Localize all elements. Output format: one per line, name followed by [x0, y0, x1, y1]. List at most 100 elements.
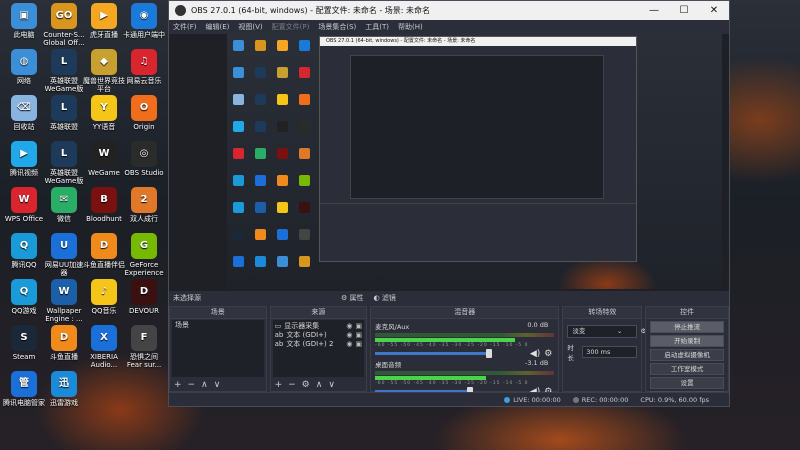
desktop-icon[interactable]: U 网易UU加速器 [42, 233, 86, 277]
desktop-icon[interactable]: G GeForce Experience [122, 233, 166, 277]
scene-item[interactable]: 场景 [172, 320, 264, 329]
source-item[interactable]: ab 文本 (GDI+) 2 ◉ ▣ [275, 339, 363, 348]
desktop-icon-label: DEVOUR [129, 307, 159, 315]
menu-help[interactable]: 帮助(H) [398, 22, 423, 32]
volume-slider[interactable] [375, 349, 492, 358]
desktop-icon[interactable]: B Bloodhunt [82, 187, 126, 223]
move-up-button[interactable]: ∧ [201, 380, 208, 390]
desktop-icon[interactable]: S Steam [2, 325, 46, 361]
menu-profile[interactable]: 配置文件(P) [272, 22, 310, 32]
stop-streaming-button[interactable]: 停止推流 [650, 321, 724, 333]
transitions-header: 转场特效 [563, 307, 642, 319]
menu-scene-collection[interactable]: 场景集合(S) [318, 22, 356, 32]
mirrored-icon [233, 67, 244, 78]
desktop-icon-label: OBS Studio [124, 169, 164, 177]
desktop-icon[interactable]: X XIBERIA Audio... [82, 325, 126, 369]
studio-mode-button[interactable]: 工作室模式 [650, 363, 724, 375]
lock-icon[interactable]: ▣ [356, 322, 363, 330]
menu-view[interactable]: 视图(V) [238, 22, 262, 32]
transition-select[interactable]: 淡变 ⌄ ⚙ [567, 325, 646, 338]
desktop-icon[interactable]: ◎ OBS Studio [122, 141, 166, 177]
close-button[interactable]: ✕ [699, 5, 729, 16]
desktop-icon[interactable]: ◉ 卡通用户端中 [122, 3, 166, 39]
desktop-icon[interactable]: ✉ 微信 [42, 187, 86, 223]
desktop-icon[interactable]: Q QQ游戏 [2, 279, 46, 315]
maximize-button[interactable]: ☐ [669, 5, 699, 16]
performance-stats: CPU: 0.9%, 60.00 fps [640, 395, 709, 404]
remove-source-button[interactable]: − [288, 380, 296, 390]
add-scene-button[interactable]: + [174, 380, 182, 390]
menu-file[interactable]: 文件(F) [173, 22, 197, 32]
desktop-icon[interactable]: ▶ 虎牙直播 [82, 3, 126, 39]
obs-window: OBS 27.0.1 (64-bit, windows) - 配置文件: 未命名… [168, 0, 730, 407]
filters-button[interactable]: ◐ 滤镜 [374, 293, 396, 303]
mirrored-icon [255, 121, 266, 132]
scenes-list[interactable]: 场景 [172, 320, 264, 377]
app-icon: ✉ [51, 187, 77, 213]
desktop-icon[interactable]: ▶ 腾讯视频 [2, 141, 46, 177]
menu-tools[interactable]: 工具(T) [365, 22, 389, 32]
desktop-icon[interactable]: Q 腾讯QQ [2, 233, 46, 269]
desktop-icon[interactable]: W WPS Office [2, 187, 46, 223]
app-icon: D [91, 233, 117, 259]
start-virtual-camera-button[interactable]: 启动虚拟摄像机 [650, 349, 724, 361]
move-up-button[interactable]: ∧ [316, 380, 323, 390]
desktop-icon-label: 斗鱼直播 [50, 353, 78, 361]
desktop-icon[interactable]: W WeGame [82, 141, 126, 177]
remove-scene-button[interactable]: − [188, 380, 196, 390]
eye-icon[interactable]: ◉ [346, 322, 352, 330]
source-settings-icon[interactable]: ⚙ [302, 380, 310, 390]
speaker-icon[interactable]: ◀) [530, 349, 540, 359]
start-recording-button[interactable]: 开始录制 [650, 335, 724, 347]
desktop-icon[interactable]: ◆ 魔兽世界竞技平台 [82, 49, 126, 93]
desktop-icon-grid: ▣ 此电脑 GO Counter-S... Global Off... ▶ 虎牙直播 ◉ 卡通… [0, 0, 175, 450]
lock-icon[interactable]: ▣ [356, 331, 363, 339]
app-icon: 2 [131, 187, 157, 213]
desktop-icon[interactable]: 管腾讯电脑管家 [2, 371, 46, 407]
desktop-icon[interactable]: Y YY语音 [82, 95, 126, 131]
app-icon: W [11, 187, 37, 213]
desktop-icon[interactable]: D DEVOUR [122, 279, 166, 315]
minimize-button[interactable]: — [639, 5, 669, 16]
source-label: 文本 (GDI+) 2 [286, 339, 334, 348]
properties-button[interactable]: ⚙ 属性 [341, 293, 364, 303]
desktop-icon[interactable]: ◍ 网络 [2, 49, 46, 85]
desktop-icon[interactable]: L 英雄联盟 WeGame版 [42, 49, 86, 93]
move-down-button[interactable]: ∨ [214, 380, 221, 390]
mirrored-icon [233, 121, 244, 132]
desktop-icon-label: 恐惧之间 Fear sur... [126, 353, 162, 369]
lock-icon[interactable]: ▣ [356, 340, 363, 348]
move-down-button[interactable]: ∨ [328, 380, 335, 390]
mirrored-icon [233, 229, 244, 240]
desktop-icon[interactable]: D 斗鱼直播伴侣 [82, 233, 126, 269]
desktop-icon[interactable]: ♪ QQ音乐 [82, 279, 126, 315]
slider-knob[interactable] [485, 349, 492, 358]
desktop-icon[interactable]: F 恐惧之间 Fear sur... [122, 325, 166, 369]
menu-edit[interactable]: 编辑(E) [206, 22, 230, 32]
desktop-icon[interactable]: ⌫ 回收站 [2, 95, 46, 131]
preview-canvas[interactable]: OBS 27.0.1 (64-bit, windows) - 配置文件: 未命名… [227, 34, 722, 289]
desktop-icon[interactable]: W Wallpaper Engine : ... [42, 279, 86, 323]
title-bar[interactable]: OBS 27.0.1 (64-bit, windows) - 配置文件: 未命名… [169, 1, 729, 20]
sources-footer: + − ⚙ ∧ ∨ [275, 380, 335, 390]
eye-icon[interactable]: ◉ [346, 331, 352, 339]
desktop-icon[interactable]: 迅迅雷游戏 [42, 371, 86, 407]
desktop-icon[interactable]: L 英雄联盟 WeGame版 [42, 141, 86, 185]
desktop-icon[interactable]: L 英雄联盟 [42, 95, 86, 131]
duration-input[interactable]: 300 ms [582, 346, 638, 358]
add-source-button[interactable]: + [275, 380, 283, 390]
desktop-icon-label: 虎牙直播 [90, 31, 118, 39]
desktop-icon[interactable]: ♫ 网易云音乐 [122, 49, 166, 85]
desktop-icon[interactable]: 2 双人成行 [122, 187, 166, 223]
rec-status: REC: 00:00:00 [572, 396, 628, 404]
desktop-icon[interactable]: ▣ 此电脑 [2, 3, 46, 39]
desktop-icon[interactable]: O Origin [122, 95, 166, 131]
preview-area[interactable]: OBS 27.0.1 (64-bit, windows) - 配置文件: 未命名… [169, 34, 729, 291]
eye-icon[interactable]: ◉ [346, 340, 352, 348]
sources-list[interactable]: ▭ 显示器采集 ◉ ▣ ab 文本 (GDI+) ◉ ▣ ab 文本 (GDI+) … [272, 320, 365, 377]
desktop-icon[interactable]: D 斗鱼直播 [42, 325, 86, 361]
gear-icon[interactable]: ⚙ [544, 349, 552, 359]
desktop-icon[interactable]: GO Counter-S... Global Off... [42, 3, 86, 47]
settings-button[interactable]: 设置 [650, 377, 724, 389]
mirrored-icon [299, 121, 310, 132]
